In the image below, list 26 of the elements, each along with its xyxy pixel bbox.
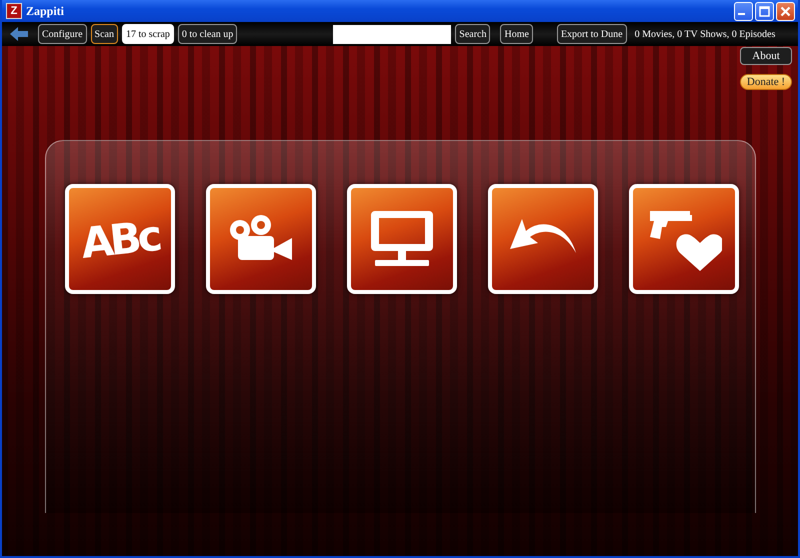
maximize-icon: [759, 6, 770, 16]
donate-button[interactable]: Donate !: [740, 74, 792, 90]
search-field[interactable]: [333, 24, 452, 44]
back-arrow-icon[interactable]: [10, 27, 28, 41]
menu-tile[interactable]: [206, 184, 316, 294]
minimize-button[interactable]: [734, 2, 753, 20]
minimize-icon: [738, 13, 745, 15]
library-stats: 0 Movies, 0 TV Shows, 0 Episodes: [634, 28, 776, 40]
monitor-icon: [369, 211, 435, 267]
toolbar-button[interactable]: Home: [500, 24, 533, 44]
close-button[interactable]: [776, 2, 795, 20]
menu-tile[interactable]: [347, 184, 457, 294]
toolbar-button[interactable]: Search: [455, 24, 490, 44]
close-icon: [780, 6, 791, 16]
toolbar-button[interactable]: Configure: [38, 24, 87, 44]
toolbar-button[interactable]: 0 to clean up: [178, 24, 238, 44]
toolbar-button[interactable]: Export to Dune: [556, 24, 627, 44]
maximize-button[interactable]: [755, 2, 774, 20]
toolbar-button[interactable]: Scan: [90, 24, 118, 44]
menu-tile[interactable]: ABc: [65, 184, 175, 294]
menu-tile[interactable]: [488, 184, 598, 294]
window-title: Zappiti: [26, 4, 66, 18]
app-logo: Z: [6, 3, 22, 19]
menu-tile[interactable]: [629, 184, 739, 294]
about-button[interactable]: About: [740, 47, 792, 65]
scrap-count-button[interactable]: 17 to scrap: [122, 24, 174, 44]
